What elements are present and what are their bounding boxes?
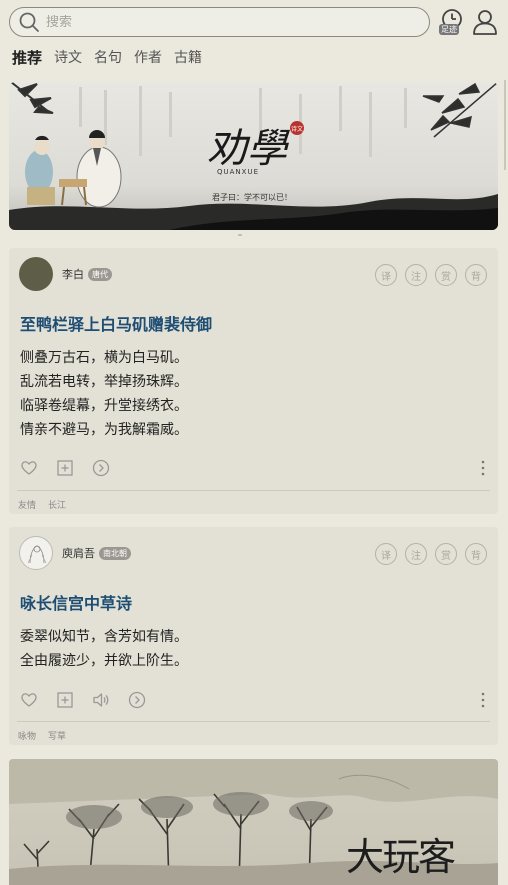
add-collection-icon[interactable] — [56, 691, 74, 709]
poem-card[interactable]: 李白 唐代 译 注 赏 背 至鸭栏驿上白马矶赠裴侍御 侧叠万古石，横为白马矶。 … — [9, 248, 498, 514]
poem-line: 乱流若电转，举掉扬珠辉。 — [20, 374, 188, 390]
tab-quotes[interactable]: 名句 — [94, 47, 122, 69]
more-icon[interactable] — [480, 691, 486, 709]
footprint-button[interactable]: 足迹 — [437, 8, 465, 36]
banner-title: 劝學 — [207, 126, 290, 172]
banner-subtitle: 君子曰：学不可以已！ — [212, 193, 292, 202]
author-name: 李白 — [62, 268, 84, 281]
tab-classics[interactable]: 古籍 — [174, 47, 202, 69]
category-tabs: 推荐 诗文 名句 作者 古籍 — [12, 47, 214, 69]
poem-title[interactable]: 至鸭栏驿上白马矶赠裴侍御 — [20, 311, 212, 335]
divider — [17, 490, 490, 491]
poem-line: 全由履迹少，并欲上阶生。 — [20, 653, 188, 669]
heart-icon[interactable] — [20, 459, 38, 477]
speaker-icon[interactable] — [92, 691, 110, 709]
annotate-button[interactable]: 注 — [405, 264, 427, 286]
heart-icon[interactable] — [20, 691, 38, 709]
dynasty-badge: 唐代 — [88, 267, 112, 281]
carousel-indicator — [238, 234, 242, 236]
tag[interactable]: 友情 — [18, 498, 36, 511]
appreciate-button[interactable]: 赏 — [435, 264, 457, 286]
poem-line: 临驿卷缇幕，升堂接绣衣。 — [20, 398, 188, 414]
tab-recommend[interactable]: 推荐 — [12, 47, 42, 69]
search-input[interactable] — [46, 14, 406, 30]
tab-poems[interactable]: 诗文 — [54, 47, 82, 69]
add-collection-icon[interactable] — [56, 459, 74, 477]
background-button[interactable]: 背 — [465, 264, 487, 286]
user-icon[interactable] — [471, 8, 499, 36]
poem-title[interactable]: 咏长信宫中草诗 — [20, 590, 132, 614]
poem-actions — [20, 459, 110, 477]
annotate-button[interactable]: 注 — [405, 543, 427, 565]
poem-line: 委翠似知节，含芳如有情。 — [20, 629, 188, 645]
poem-tools: 译 注 赏 背 — [375, 543, 487, 565]
promo-banner[interactable]: 劝學 诗文 QUANXUE 君子曰：学不可以已！ — [9, 82, 498, 230]
watermark: 大玩客 — [346, 835, 456, 879]
top-bar: 足迹 — [0, 0, 508, 44]
author-name: 庾肩吾 — [62, 547, 95, 560]
tag[interactable]: 咏物 — [18, 729, 36, 742]
poem-card[interactable]: 庾肩吾 南北朝 译 注 赏 背 咏长信宫中草诗 委翠似知节，含芳如有情。 全由履… — [9, 527, 498, 745]
more-icon[interactable] — [480, 459, 486, 477]
poem-line: 情亲不避马，为我解霜威。 — [20, 422, 188, 438]
divider — [17, 721, 490, 722]
poem-body: 侧叠万古石，横为白马矶。 乱流若电转，举掉扬珠辉。 临驿卷缇幕，升堂接绣衣。 情… — [20, 348, 188, 444]
banner-seal: 诗文 — [291, 125, 303, 133]
appreciate-button[interactable]: 赏 — [435, 543, 457, 565]
scrollbar[interactable] — [504, 80, 506, 170]
poem-actions — [20, 691, 146, 709]
poem-body: 委翠似知节，含芳如有情。 全由履迹少，并欲上阶生。 — [20, 627, 188, 675]
author-info[interactable]: 李白 唐代 — [62, 266, 112, 282]
poem-line: 侧叠万古石，横为白马矶。 — [20, 350, 188, 366]
share-icon[interactable] — [92, 459, 110, 477]
translate-button[interactable]: 译 — [375, 543, 397, 565]
tag[interactable]: 长江 — [48, 498, 66, 511]
author-avatar[interactable] — [19, 257, 53, 291]
banner-artwork: 劝學 诗文 — [9, 82, 498, 230]
footprint-badge: 足迹 — [439, 24, 459, 35]
poem-tools: 译 注 赏 背 — [375, 264, 487, 286]
search-box[interactable] — [9, 7, 430, 37]
search-icon — [19, 12, 39, 32]
dynasty-badge: 南北朝 — [99, 546, 131, 560]
translate-button[interactable]: 译 — [375, 264, 397, 286]
tag[interactable]: 写草 — [48, 729, 66, 742]
portrait-icon — [27, 545, 47, 564]
share-icon[interactable] — [128, 691, 146, 709]
poem-tags: 友情 长江 — [18, 498, 66, 511]
tab-authors[interactable]: 作者 — [134, 47, 162, 69]
author-avatar[interactable] — [19, 536, 53, 570]
author-info[interactable]: 庾肩吾 南北朝 — [62, 545, 131, 561]
background-button[interactable]: 背 — [465, 543, 487, 565]
poem-tags: 咏物 写草 — [18, 729, 66, 742]
banner-pinyin: QUANXUE — [217, 168, 259, 176]
